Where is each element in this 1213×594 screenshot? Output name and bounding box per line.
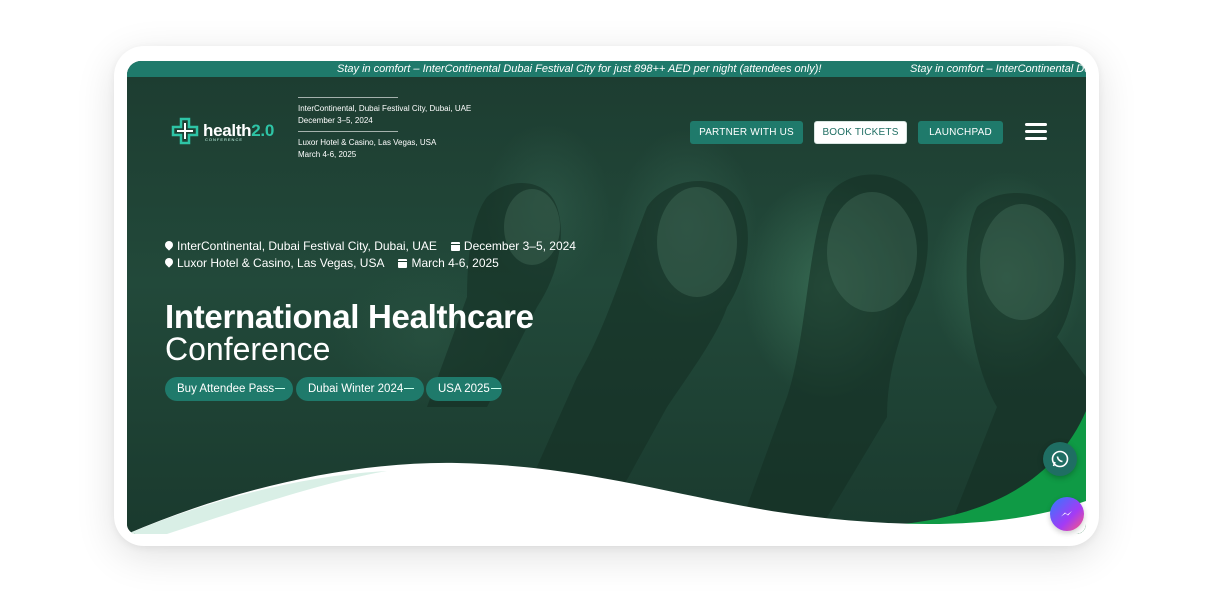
hero-bottom-wave [127, 411, 1086, 534]
website-viewport: Stay in comfort – InterContinental Dubai… [127, 61, 1086, 534]
whatsapp-icon[interactable] [1043, 442, 1077, 476]
messenger-icon[interactable] [1050, 497, 1084, 531]
